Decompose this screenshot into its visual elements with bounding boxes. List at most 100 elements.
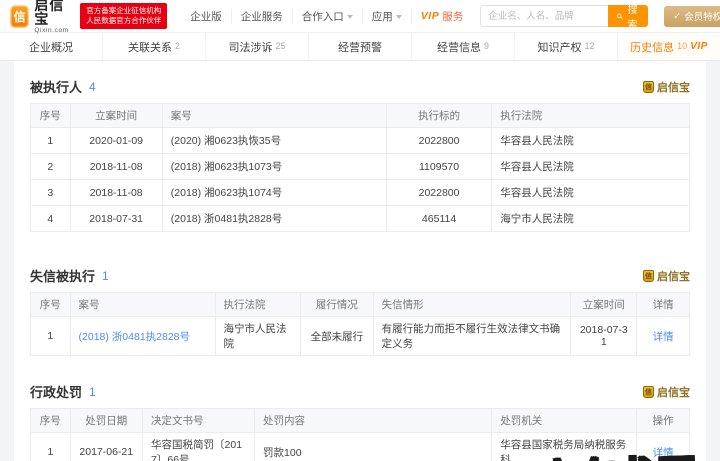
- check-icon: ✓: [673, 10, 682, 22]
- qixin-shield-icon: 信: [10, 4, 30, 28]
- table-row: 1 2020-01-09 (2020) 湘0623执恢35号 2022800 华…: [30, 127, 690, 154]
- table-row: 3 2018-11-08 (2018) 湘0623执1074号 2022800 …: [30, 179, 690, 206]
- certification-line2: 人民数据官方合作伙伴: [86, 16, 162, 25]
- header-search: 搜索: [480, 5, 649, 31]
- tab-count: 10: [677, 41, 688, 51]
- cell-case-no: (2020) 湘0623执恢35号: [161, 127, 387, 154]
- section-dishonest-debtor-header: 失信被执行 1 信 启信宝: [30, 266, 690, 285]
- detail-link[interactable]: 详情: [653, 447, 674, 459]
- cell-filing-date: 2018-11-08: [69, 153, 163, 180]
- section-count: 1: [102, 268, 109, 283]
- tab-history-info[interactable]: 历史信息 10 VIP: [618, 33, 720, 60]
- cell-case-no: (2018) 浙0481执2828号: [161, 205, 387, 232]
- cell-filing-date: 2018-07-31: [69, 205, 163, 232]
- chevron-down-icon: [346, 14, 353, 19]
- nav-enterprise-edition[interactable]: 企业版: [181, 8, 232, 24]
- cell-performance-status: 全部未履行: [300, 316, 374, 356]
- tab-count: 25: [275, 41, 286, 51]
- col-header: 序号: [30, 408, 71, 433]
- cell-case-no: (2018) 湘0623执1073号: [161, 153, 387, 180]
- tab-litigation[interactable]: 司法涉诉 25: [206, 33, 309, 60]
- table-header-row: 序号 案号 执行法院 履行情况 失信情形 立案时间 详情: [30, 292, 690, 317]
- cell-target-amount: 1109570: [385, 153, 493, 180]
- qixin-shield-icon: 信: [643, 385, 654, 398]
- qixin-logo[interactable]: 信 启信宝 Qixin.com: [10, 0, 72, 34]
- cell-no: 3: [30, 179, 71, 206]
- dishonest-debtor-table: 序号 案号 执行法院 履行情况 失信情形 立案时间 详情 1 (2018) 浙0…: [30, 292, 690, 356]
- case-number-link[interactable]: (2018) 浙0481执2828号: [79, 331, 191, 343]
- section-enforced-person-header: 被执行人 4 信 启信宝: [30, 77, 690, 96]
- vip-badge: VIP: [690, 41, 708, 52]
- nav-apps[interactable]: 应用: [363, 8, 412, 24]
- col-header: 执行法院: [214, 292, 302, 317]
- col-header: 履行情况: [300, 292, 374, 317]
- member-privilege-button[interactable]: ✓ 会员特权 >: [664, 5, 720, 27]
- tab-operation-info[interactable]: 经营信息 9: [412, 33, 515, 60]
- nav-vip-service[interactable]: VIP 服务: [412, 9, 472, 24]
- table-row: 1 (2018) 浙0481执2828号 海宁市人民法院 全部未履行 有履行能力…: [30, 316, 690, 356]
- section-admin-penalty-header: 行政处罚 1 信 启信宝: [30, 382, 690, 401]
- cell-case-no: (2018) 湘0623执1074号: [161, 179, 387, 206]
- cell-dishonest-situation: 有履行能力而拒不履行生效法律文书确定义务: [372, 316, 572, 356]
- section-tabbar: 企业概况 关联关系 2 司法涉诉 25 经营预警 经营信息 9 知识产权 12 历史信息…: [0, 32, 720, 61]
- nav-enterprise-services[interactable]: 企业服务: [232, 8, 293, 24]
- header-nav: 企业版 企业服务 合作入口 应用 VIP 服务: [181, 8, 472, 24]
- col-header: 案号: [69, 292, 216, 317]
- tab-relations[interactable]: 关联关系 2: [103, 33, 206, 60]
- cell-no: 1: [30, 316, 71, 356]
- search-icon: [617, 13, 623, 19]
- col-header: 立案时间: [570, 292, 638, 317]
- col-header: 详情: [636, 292, 690, 317]
- col-header: 处罚内容: [254, 408, 493, 433]
- nav-partner-entry[interactable]: 合作入口: [293, 8, 363, 24]
- col-header: 立案时间: [69, 103, 163, 128]
- col-header: 决定文书号: [142, 408, 256, 433]
- cell-court: 华容县人民法院: [491, 127, 690, 154]
- table-row: 1 2017-06-21 华容国税简罚〔2017〕66号 罚款100 华容县国家…: [30, 432, 690, 461]
- qixin-watermark: 信 启信宝: [643, 269, 690, 283]
- cell-target-amount: 2022800: [385, 127, 493, 154]
- cell-court: 华容县人民法院: [491, 153, 690, 180]
- cell-court: 海宁市人民法院: [491, 205, 690, 232]
- qixin-watermark: 信 启信宝: [643, 80, 690, 94]
- table-row: 4 2018-07-31 (2018) 浙0481执2828号 465114 海…: [30, 205, 690, 232]
- qixin-shield-icon: 信: [643, 80, 654, 93]
- certification-line1: 官方备案企业征信机构: [86, 5, 162, 15]
- tab-intellectual-property[interactable]: 知识产权 12: [515, 33, 618, 60]
- tab-company-overview[interactable]: 企业概况: [0, 33, 103, 60]
- tab-count: 2: [174, 41, 180, 51]
- section-count: 1: [89, 384, 96, 399]
- tab-operation-warning[interactable]: 经营预警: [309, 33, 412, 60]
- section-title: 被执行人: [30, 80, 83, 95]
- certification-badge: 官方备案企业征信机构 人民数据官方合作伙伴: [80, 2, 168, 30]
- enforced-person-table: 序号 立案时间 案号 执行标的 执行法院 1 2020-01-09 (2020)…: [30, 103, 690, 232]
- search-button[interactable]: 搜索: [608, 5, 649, 31]
- cell-court: 华容县人民法院: [491, 179, 690, 206]
- col-header: 序号: [30, 103, 71, 128]
- cell-penalty-authority: 华容县国家税务局纳税服务科: [491, 432, 638, 461]
- qixin-watermark: 信 启信宝: [643, 385, 690, 399]
- detail-link[interactable]: 详情: [653, 331, 674, 343]
- col-header: 执行标的: [385, 103, 493, 128]
- cell-decision-doc-no: 华容国税简罚〔2017〕66号: [142, 432, 256, 461]
- chevron-down-icon: [395, 14, 402, 19]
- cell-no: 1: [30, 432, 71, 461]
- search-input[interactable]: [480, 5, 609, 27]
- cell-filing-date: 2018-11-08: [69, 179, 163, 206]
- brand-name: 启信宝: [34, 0, 65, 27]
- cell-target-amount: 2022800: [385, 179, 493, 206]
- cell-no: 4: [30, 205, 71, 232]
- cell-filing-date: 2018-07-31: [570, 316, 638, 356]
- tab-count: 12: [584, 41, 595, 51]
- col-header: 处罚日期: [69, 408, 144, 433]
- cell-target-amount: 465114: [385, 205, 493, 232]
- section-title: 行政处罚: [30, 385, 83, 400]
- main-content: 被执行人 4 信 启信宝 序号 立案时间 案号 执行标的 执行法院 1 2020…: [14, 61, 706, 461]
- cell-penalty-content: 罚款100: [254, 432, 493, 461]
- cell-filing-date: 2020-01-09: [69, 127, 163, 154]
- col-header: 处罚机关: [491, 408, 638, 433]
- qixin-shield-icon: 信: [643, 269, 654, 282]
- table-header-row: 序号 处罚日期 决定文书号 处罚内容 处罚机关 操作: [30, 408, 690, 433]
- table-header-row: 序号 立案时间 案号 执行标的 执行法院: [30, 103, 690, 128]
- col-header: 案号: [161, 103, 387, 128]
